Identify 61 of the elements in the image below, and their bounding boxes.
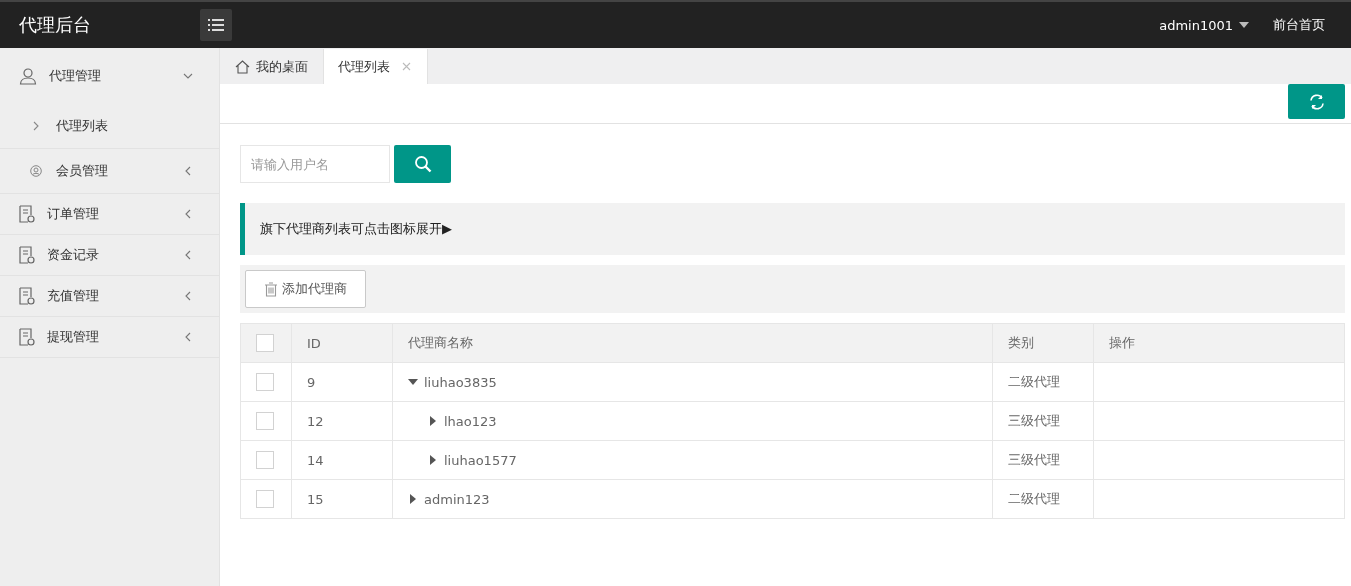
home-icon bbox=[235, 59, 250, 74]
chevron-left-icon bbox=[183, 250, 193, 260]
document-icon bbox=[19, 328, 35, 346]
close-icon[interactable] bbox=[402, 62, 411, 71]
person-icon bbox=[19, 67, 37, 85]
chevron-left-icon bbox=[183, 332, 193, 342]
document-icon bbox=[19, 287, 35, 305]
agent-name: admin123 bbox=[424, 491, 490, 507]
sidebar-item[interactable]: 订单管理 bbox=[0, 194, 219, 235]
table-header-cell: 代理商名称 bbox=[392, 323, 993, 363]
trash-icon bbox=[264, 281, 278, 297]
table-header-cell: 操作 bbox=[1093, 323, 1345, 363]
triangle-right-icon[interactable] bbox=[428, 416, 438, 426]
document-icon bbox=[19, 246, 35, 264]
menu-toggle-button[interactable] bbox=[200, 9, 232, 41]
table-cell: 三级代理 bbox=[992, 440, 1094, 480]
triangle-right-icon[interactable] bbox=[408, 494, 418, 504]
table-cell: 9 bbox=[291, 362, 393, 402]
table-header-cell: ID bbox=[291, 323, 393, 363]
triangle-right-icon[interactable] bbox=[428, 455, 438, 465]
caret-icon bbox=[1239, 22, 1249, 28]
checkbox[interactable] bbox=[256, 412, 274, 430]
agent-name: lhao123 bbox=[444, 413, 497, 429]
search-button[interactable] bbox=[394, 145, 451, 183]
sidebar-item[interactable]: 提现管理 bbox=[0, 317, 219, 358]
refresh-button[interactable] bbox=[1288, 84, 1345, 119]
triangle-down-icon[interactable] bbox=[408, 377, 418, 387]
sidebar-subitem[interactable]: 会员管理 bbox=[0, 149, 219, 194]
sidebar-item[interactable]: 资金记录 bbox=[0, 235, 219, 276]
table-cell: 12 bbox=[291, 401, 393, 441]
refresh-icon bbox=[1307, 92, 1326, 111]
chevron-left-icon bbox=[183, 166, 193, 176]
table-cell: 15 bbox=[291, 479, 393, 519]
search-icon bbox=[413, 155, 432, 173]
search-field[interactable]: 请输入用户名 bbox=[240, 145, 390, 183]
table-cell: 三级代理 bbox=[992, 401, 1094, 441]
chevron-down-icon bbox=[183, 71, 193, 81]
add-agent-button[interactable]: 添加代理商 bbox=[245, 270, 366, 308]
table-cell: 二级代理 bbox=[992, 479, 1094, 519]
agent-name: liuhao3835 bbox=[424, 374, 497, 390]
app-logo: 代理后台 bbox=[18, 13, 92, 37]
table-cell: 二级代理 bbox=[992, 362, 1094, 402]
home-link[interactable]: 前台首页 bbox=[1273, 16, 1325, 34]
chevron-left-icon bbox=[183, 291, 193, 301]
checkbox[interactable] bbox=[256, 373, 274, 391]
checkbox[interactable] bbox=[256, 334, 274, 352]
sidebar-item[interactable]: 充值管理 bbox=[0, 276, 219, 317]
menu-icon bbox=[208, 19, 224, 31]
checkbox[interactable] bbox=[256, 490, 274, 508]
user-menu[interactable]: admin1001 bbox=[1159, 17, 1249, 33]
document-icon bbox=[19, 205, 35, 223]
tab[interactable]: 代理列表 bbox=[324, 49, 428, 84]
agent-name: liuhao1577 bbox=[444, 452, 517, 468]
user-circle-icon bbox=[30, 165, 42, 177]
table-cell: 14 bbox=[291, 440, 393, 480]
sidebar-subitem[interactable]: 代理列表 bbox=[0, 104, 219, 149]
chevron-left-icon bbox=[183, 209, 193, 219]
checkbox[interactable] bbox=[256, 451, 274, 469]
sidebar-item[interactable]: 代理管理 bbox=[0, 48, 219, 104]
table-header-cell: 类别 bbox=[992, 323, 1094, 363]
notice-text: 旗下代理商列表可点击图标展开▶ bbox=[260, 220, 452, 238]
